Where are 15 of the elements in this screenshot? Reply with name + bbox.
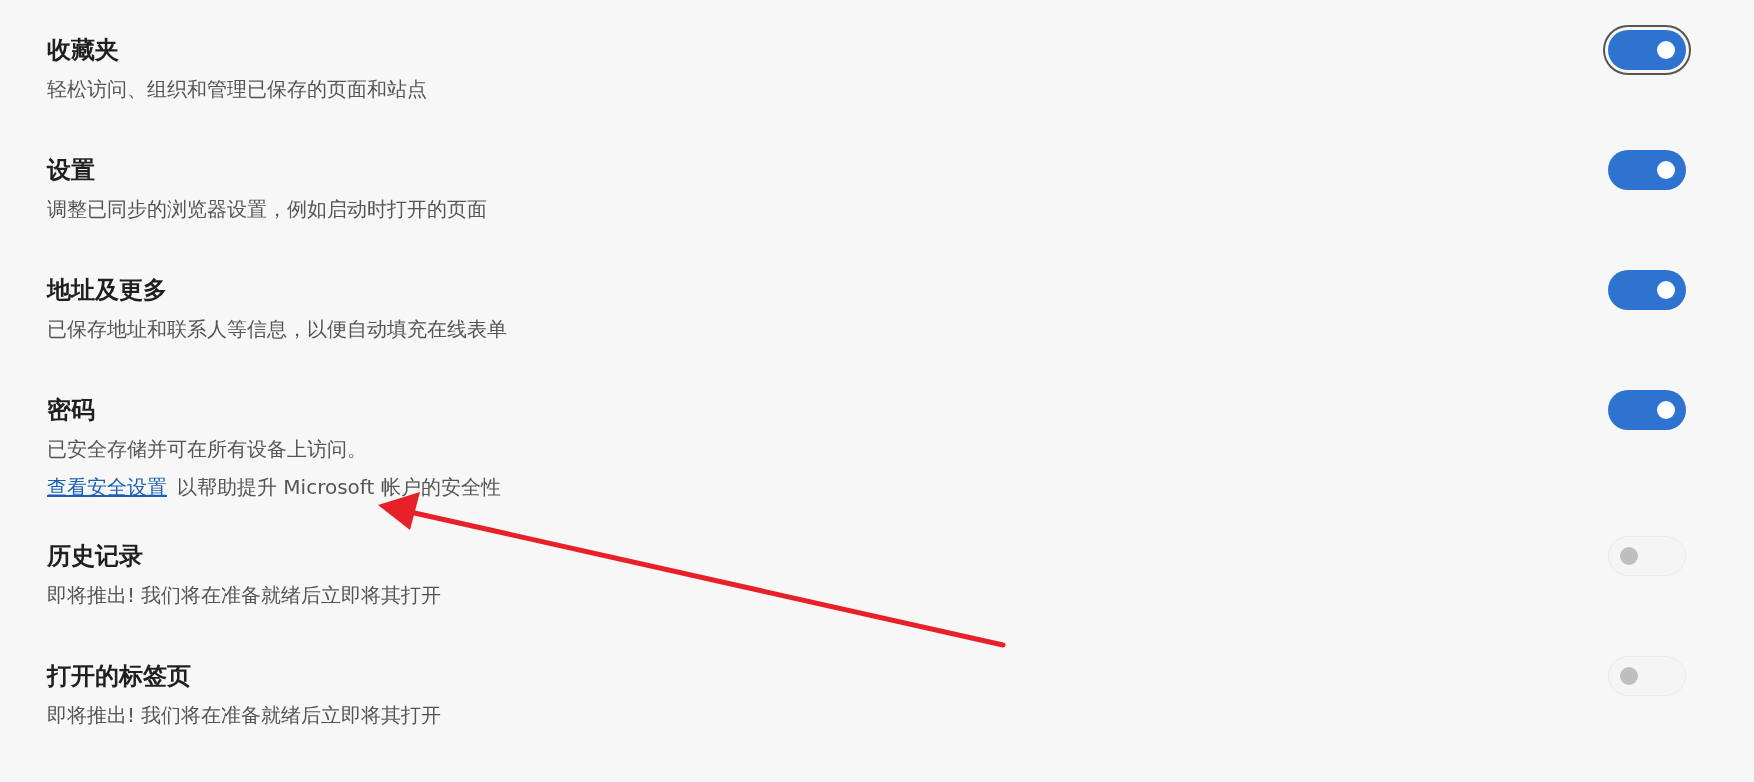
setting-title: 打开的标签页	[47, 661, 192, 692]
security-settings-link[interactable]: 查看安全设置	[47, 472, 167, 502]
setting-title: 收藏夹	[47, 35, 120, 66]
setting-description: 调整已同步的浏览器设置，例如启动时打开的页面	[47, 196, 487, 223]
setting-title: 设置	[47, 155, 96, 186]
setting-description: 即将推出! 我们将在准备就绪后立即将其打开	[47, 582, 442, 609]
setting-description: 已保存地址和联系人等信息，以便自动填充在线表单	[47, 316, 507, 343]
setting-description: 已安全存储并可在所有设备上访问。	[47, 436, 368, 463]
setting-description: 轻松访问、组织和管理已保存的页面和站点	[47, 76, 427, 103]
setting-description: 以帮助提升 Microsoft 帐户的安全性	[177, 474, 501, 501]
setting-description: 即将推出! 我们将在准备就绪后立即将其打开	[47, 702, 442, 729]
setting-title: 密码	[47, 395, 96, 426]
setting-title: 历史记录	[47, 541, 144, 572]
setting-title: 地址及更多	[47, 275, 168, 306]
toggle-switch[interactable]	[1603, 25, 1691, 75]
